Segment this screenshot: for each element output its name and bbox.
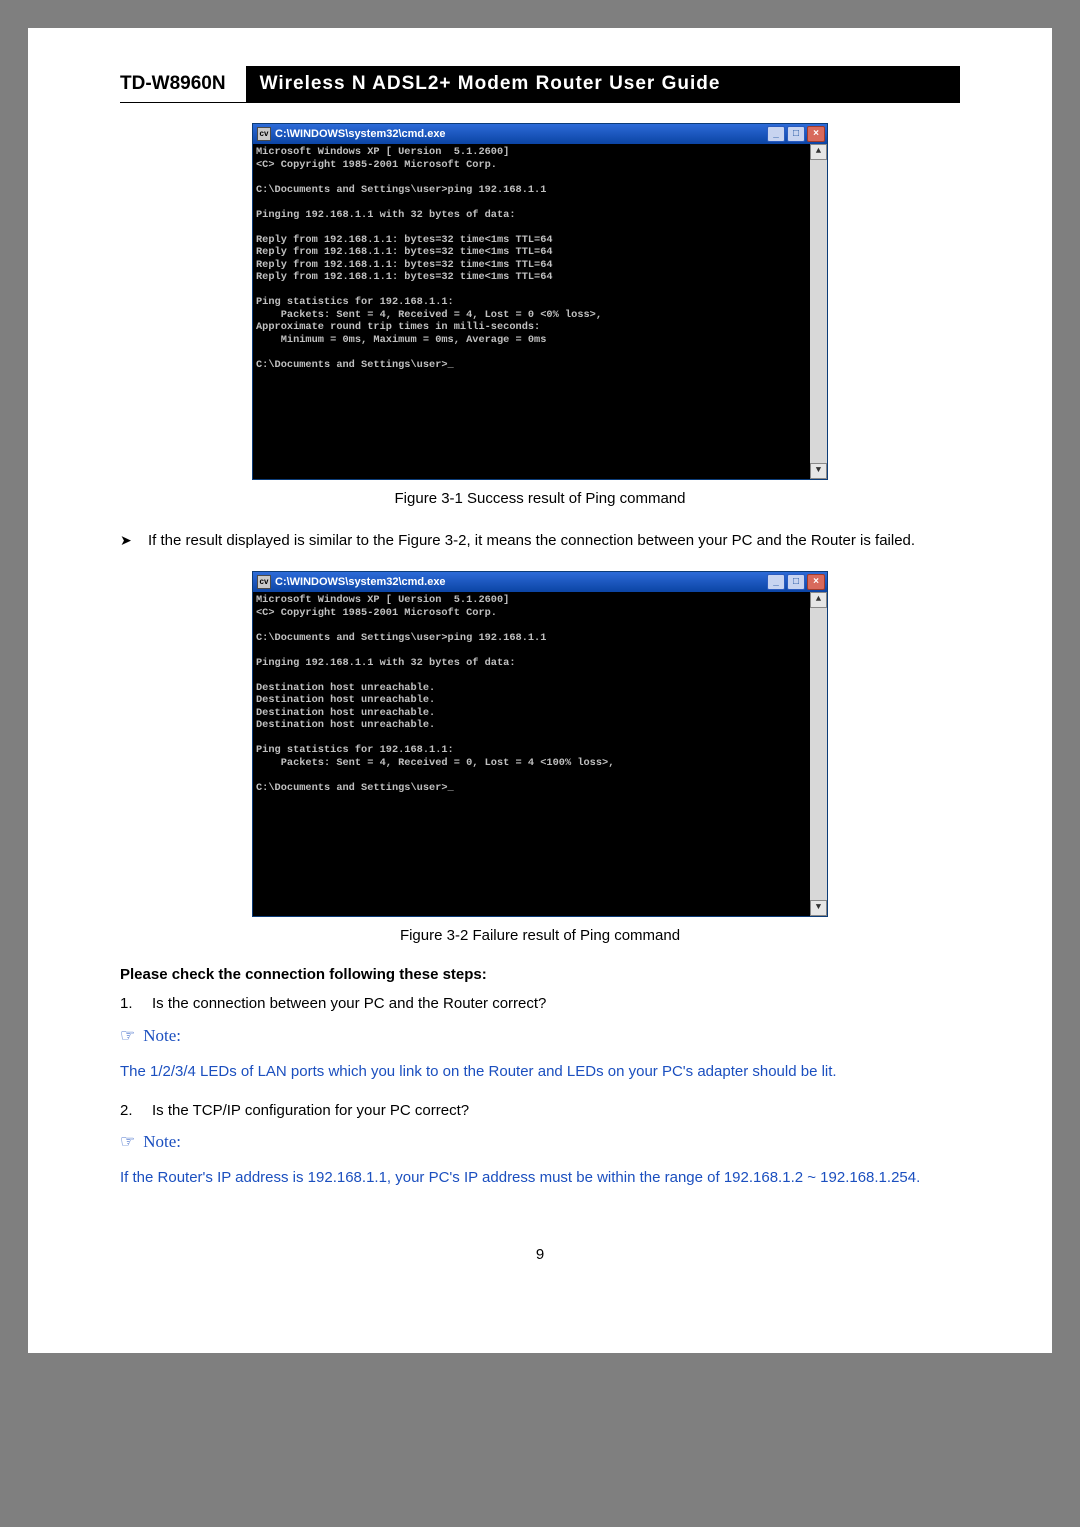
cmd-output-success: Microsoft Windows XP [ Uersion 5.1.2600]… (253, 144, 810, 479)
cmd-prompt-icon: cv (257, 127, 271, 141)
note-label: Note: (143, 1026, 181, 1046)
page-number: 9 (120, 1246, 960, 1263)
close-button[interactable]: × (807, 574, 825, 590)
window-controls: _ □ × (767, 574, 825, 590)
scroll-down-icon[interactable]: ▼ (810, 463, 827, 479)
maximize-button[interactable]: □ (787, 126, 805, 142)
scroll-down-icon[interactable]: ▼ (810, 900, 827, 916)
bullet-item: If the result displayed is similar to th… (120, 529, 960, 553)
cmd-titlebar: cv C:\WINDOWS\system32\cmd.exe _ □ × (253, 572, 827, 592)
scroll-up-icon[interactable]: ▲ (810, 144, 827, 160)
page-header: TD-W8960N Wireless N ADSL2+ Modem Router… (120, 66, 960, 103)
note-1-body: The 1/2/3/4 LEDs of LAN ports which you … (120, 1060, 960, 1084)
note-heading: ☞ Note: (120, 1132, 960, 1152)
bullet-text: If the result displayed is similar to th… (148, 529, 960, 553)
step-number: 1. (120, 993, 152, 1016)
window-controls: _ □ × (767, 126, 825, 142)
figure-3-1-caption: Figure 3-1 Success result of Ping comman… (120, 490, 960, 507)
note-2-body: If the Router's IP address is 192.168.1.… (120, 1166, 960, 1190)
cmd-window-success: cv C:\WINDOWS\system32\cmd.exe _ □ × Mic… (252, 123, 828, 480)
cmd-window-title: C:\WINDOWS\system32\cmd.exe (275, 128, 446, 141)
cmd-titlebar: cv C:\WINDOWS\system32\cmd.exe _ □ × (253, 124, 827, 144)
arrowhead-icon (120, 529, 148, 553)
step-1: 1. Is the connection between your PC and… (120, 993, 960, 1016)
figure-3-2-caption: Figure 3-2 Failure result of Ping comman… (120, 927, 960, 944)
maximize-button[interactable]: □ (787, 574, 805, 590)
note-label: Note: (143, 1132, 181, 1152)
model-number: TD-W8960N (120, 66, 246, 102)
pointing-hand-icon: ☞ (120, 1132, 135, 1152)
minimize-button[interactable]: _ (767, 574, 785, 590)
cmd-title-left: cv C:\WINDOWS\system32\cmd.exe (257, 575, 446, 589)
cmd-body-wrap: Microsoft Windows XP [ Uersion 5.1.2600]… (253, 592, 827, 916)
step-number: 2. (120, 1100, 152, 1123)
step-text: Is the TCP/IP configuration for your PC … (152, 1100, 960, 1123)
scroll-up-icon[interactable]: ▲ (810, 592, 827, 608)
scrollbar[interactable]: ▲ ▼ (810, 144, 827, 479)
close-button[interactable]: × (807, 126, 825, 142)
document-page: TD-W8960N Wireless N ADSL2+ Modem Router… (28, 28, 1052, 1353)
cmd-prompt-icon: cv (257, 575, 271, 589)
step-text: Is the connection between your PC and th… (152, 993, 960, 1016)
check-steps-heading: Please check the connection following th… (120, 966, 960, 983)
step-2: 2. Is the TCP/IP configuration for your … (120, 1100, 960, 1123)
cmd-title-left: cv C:\WINDOWS\system32\cmd.exe (257, 127, 446, 141)
minimize-button[interactable]: _ (767, 126, 785, 142)
pointing-hand-icon: ☞ (120, 1026, 135, 1046)
guide-title: Wireless N ADSL2+ Modem Router User Guid… (246, 66, 960, 102)
cmd-output-failure: Microsoft Windows XP [ Uersion 5.1.2600]… (253, 592, 810, 916)
cmd-body-wrap: Microsoft Windows XP [ Uersion 5.1.2600]… (253, 144, 827, 479)
cmd-window-title: C:\WINDOWS\system32\cmd.exe (275, 576, 446, 589)
cmd-window-failure: cv C:\WINDOWS\system32\cmd.exe _ □ × Mic… (252, 571, 828, 917)
note-heading: ☞ Note: (120, 1026, 960, 1046)
scrollbar[interactable]: ▲ ▼ (810, 592, 827, 916)
